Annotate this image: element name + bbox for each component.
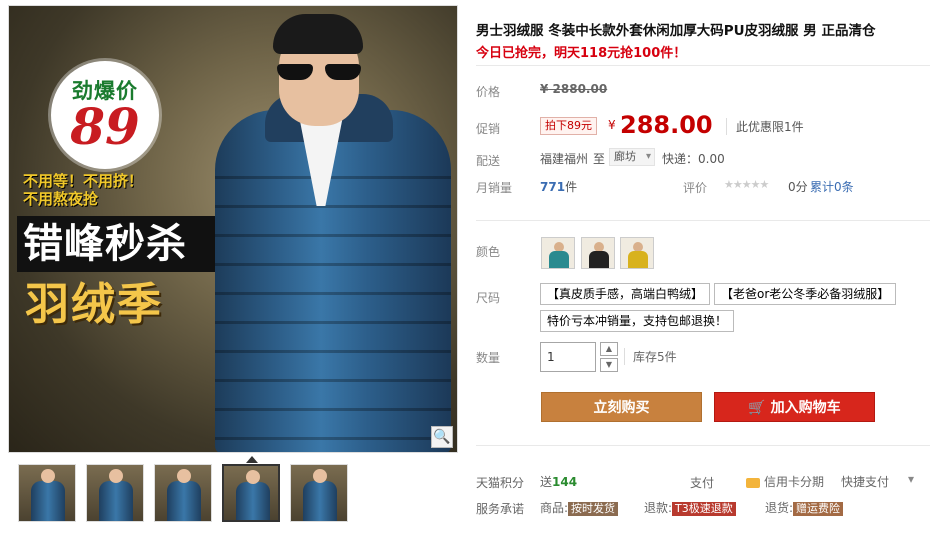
size-option-2[interactable]: 【老爸or老公冬季必备羽绒服】 — [714, 283, 897, 305]
ship-fee: 快递：0.00 — [662, 152, 725, 166]
sunglasses-shape — [275, 64, 363, 82]
product-main-image[interactable]: 劲爆价 89 不用等！不用挤！ 不用熬夜抢 错峰秒杀 羽绒季 🔍 — [8, 5, 458, 453]
size-option-3[interactable]: 特价亏本冲销量，支持包邮退换！ — [540, 310, 735, 332]
qty-decrease-button[interactable]: ▼ — [600, 358, 618, 372]
color-swatch-black[interactable] — [581, 237, 615, 269]
promo-label: 促销 — [476, 122, 501, 136]
promo-price: 288.00 — [620, 111, 713, 139]
return-pill: 赠运费险 — [793, 502, 844, 516]
quantity-input[interactable]: 1 — [540, 342, 596, 372]
selected-thumb-arrow — [246, 456, 258, 463]
ship-from: 福建福州 — [540, 152, 589, 166]
pay-label: 支付 — [690, 476, 715, 490]
qty-label: 数量 — [476, 351, 501, 365]
service-goods: 商品: 按时发货 — [540, 499, 619, 516]
color-label: 颜色 — [476, 245, 501, 259]
thumbnail-selected[interactable] — [222, 464, 280, 522]
size-label: 尺码 — [476, 291, 501, 305]
points-prefix: 送 — [540, 475, 553, 489]
ship-label: 配送 — [476, 154, 501, 168]
divider — [476, 220, 930, 221]
promo-banner-flash-sale: 错峰秒杀 — [17, 216, 215, 272]
zoom-icon[interactable]: 🔍 — [431, 426, 453, 448]
promo-price-number: 89 — [70, 97, 140, 156]
divider — [476, 445, 930, 446]
sales-unit: 件 — [565, 180, 578, 194]
price-label: 价格 — [476, 85, 501, 99]
rating-label: 评价 — [683, 181, 708, 195]
quick-pay[interactable]: 快捷支付 — [841, 473, 889, 490]
buy-now-button[interactable]: 立刻购买 — [541, 392, 702, 422]
points-wrap: 送144 — [540, 473, 577, 490]
refund-pill: T3极速退款 — [672, 502, 736, 516]
service-refund: 退款: T3极速退款 — [644, 499, 736, 516]
ship-to-text: 至 — [593, 152, 606, 166]
color-swatch-teal[interactable] — [541, 237, 575, 269]
sales-count: 771 — [540, 180, 566, 194]
add-to-cart-button[interactable]: 🛒 加入购物车 — [714, 392, 875, 422]
sales-count-wrap: 771件 — [540, 178, 577, 195]
promo-banner-season: 羽绒季 — [25, 279, 163, 330]
points-value: 144 — [552, 475, 578, 489]
original-price: ¥ 2880.00 — [540, 82, 608, 96]
promo-limit: 此优惠限1件 — [726, 118, 804, 135]
color-swatch-yellow[interactable] — [620, 237, 654, 269]
divider — [476, 65, 930, 66]
add-to-cart-label: 加入购物车 — [770, 400, 841, 416]
refund-label: 退款: — [644, 501, 673, 515]
thumbnail[interactable] — [86, 464, 144, 522]
thumbnail[interactable] — [18, 464, 76, 522]
rating-stars-icon: ★★★★★ — [724, 178, 769, 191]
product-title: 男士羽绒服 冬装中长款外套休闲加厚大码PU皮羽绒服 男 正品清仓 — [476, 23, 876, 39]
credit-install[interactable]: 信用卡分期 — [746, 473, 824, 490]
thumbnail[interactable] — [154, 464, 212, 522]
promo-sub-line-1: 不用等！不用挤！ — [23, 172, 144, 190]
sales-label: 月销量 — [476, 181, 513, 195]
currency-symbol: ¥ — [608, 118, 616, 132]
product-subtitle: 今日已抢完，明天118元抢100件！ — [476, 46, 687, 61]
service-label: 服务承诺 — [476, 502, 525, 516]
promo-sub-lines: 不用等！不用挤！ 不用熬夜抢 — [23, 172, 143, 208]
ship-to-dropdown[interactable]: 廊坊 — [609, 148, 655, 166]
qty-increase-button[interactable]: ▲ — [600, 342, 618, 356]
points-label: 天猫积分 — [476, 476, 525, 490]
rating-score: 0分 — [788, 180, 808, 194]
return-label: 退货: — [765, 501, 794, 515]
cart-icon: 🛒 — [748, 400, 766, 416]
thumbnail[interactable] — [290, 464, 348, 522]
stock-count: 库存5件 — [624, 348, 677, 365]
promo-tag: 拍下89元 — [540, 117, 597, 135]
model-figure — [209, 6, 457, 452]
credit-card-icon — [746, 477, 760, 488]
hair-shape — [273, 14, 363, 54]
credit-label: 信用卡分期 — [764, 475, 825, 489]
promo-price-circle: 劲爆价 89 — [51, 61, 159, 169]
expand-chevron-icon[interactable]: ▾ — [908, 472, 914, 486]
promo-sub-line-2: 不用熬夜抢 — [23, 190, 99, 208]
goods-pill: 按时发货 — [568, 502, 619, 516]
size-option-1[interactable]: 【真皮质手感，高端白鸭绒】 — [540, 283, 711, 305]
service-return: 退货: 赠运费险 — [765, 499, 844, 516]
goods-label: 商品: — [540, 501, 569, 515]
rating-total-link[interactable]: 累计0条 — [810, 178, 854, 195]
